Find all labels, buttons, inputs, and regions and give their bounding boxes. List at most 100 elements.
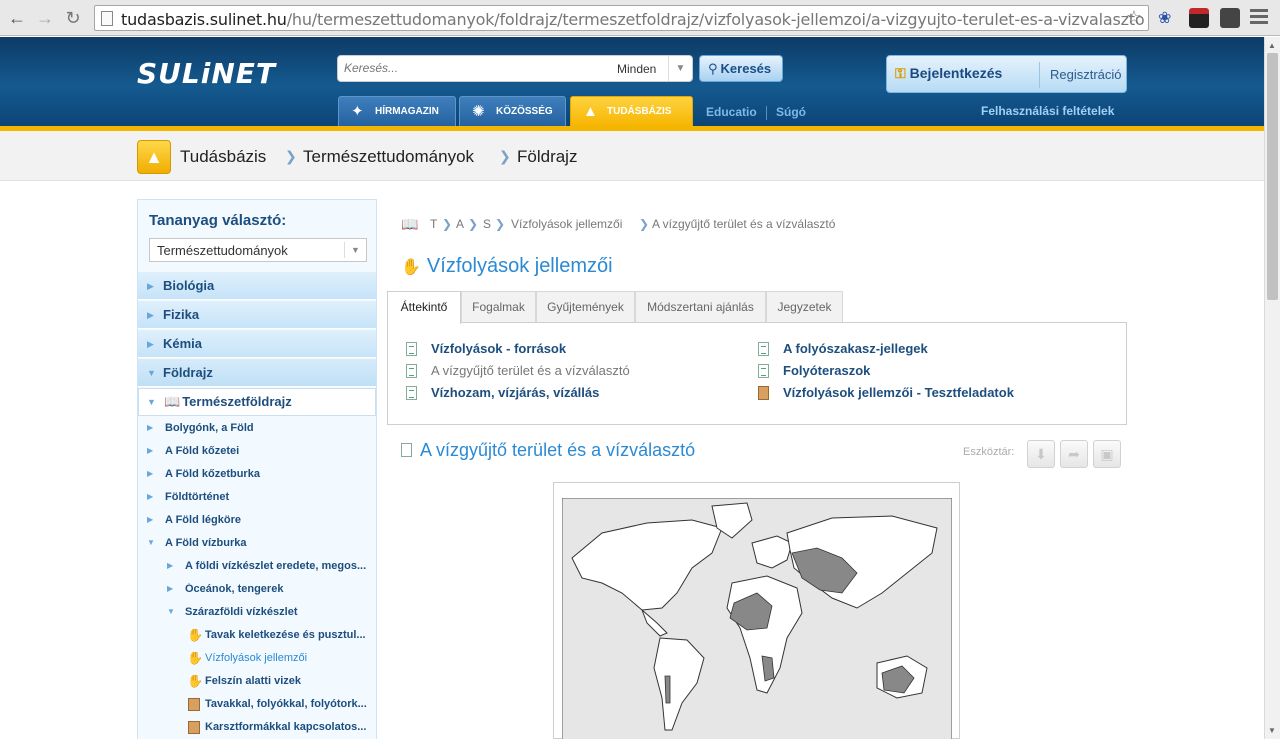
tree-item[interactable]: ▶ A Föld légköre bbox=[147, 514, 369, 528]
tree-item[interactable]: ▶ Óceánok, tengerek bbox=[167, 583, 372, 597]
url-text[interactable]: tudasbazis.sulinet.hu/hu/termeszettudoma… bbox=[121, 10, 1145, 29]
tree-item[interactable]: ✋ Tavak keletkezése és pusztul... bbox=[187, 629, 373, 645]
scroll-down-icon[interactable]: ▼ bbox=[1268, 726, 1276, 735]
scrollbar-thumb[interactable] bbox=[1267, 53, 1278, 300]
sidebar-item-biologia[interactable]: ▶ Biológia bbox=[138, 272, 376, 300]
back-arrow-icon[interactable]: ← bbox=[6, 7, 28, 29]
educatio-link[interactable]: Educatio bbox=[706, 105, 757, 119]
breadcrumb-item[interactable]: Vízfolyások jellemzői bbox=[511, 217, 622, 231]
article-title-text: A vízgyűjtő terület és a vízválasztó bbox=[420, 440, 696, 460]
browser-toolbar: ← → ↻ tudasbazis.sulinet.hu/hu/termeszet… bbox=[0, 0, 1280, 36]
sidebar-item-kemia[interactable]: ▶ Kémia bbox=[138, 330, 376, 358]
tree-item-label: Felszín alatti vizek bbox=[205, 675, 301, 687]
tree-item[interactable]: ✋ Vízfolyások jellemzői bbox=[187, 652, 373, 668]
tree-item[interactable]: ▶ A földi vízkészlet eredete, megos... bbox=[167, 560, 372, 574]
tab-tudasbazis[interactable]: ▲ TUDÁSBÁZIS bbox=[570, 96, 693, 127]
page-scrollbar[interactable]: ▲ ▼ bbox=[1264, 37, 1280, 739]
hamburger-menu-icon[interactable] bbox=[1250, 9, 1268, 27]
tab-panel: Vízfolyások - források A vízgyűjtő terül… bbox=[387, 322, 1127, 425]
share-button[interactable]: ➦ bbox=[1060, 440, 1088, 468]
topic-link[interactable]: Vízhozam, vízjárás, vízállás bbox=[406, 385, 599, 400]
breadcrumb-item[interactable]: T bbox=[430, 217, 437, 231]
book-icon: 📖 bbox=[164, 394, 181, 409]
tab-hirmagazin[interactable]: ✦ HÍRMAGAZIN bbox=[338, 96, 456, 127]
triangle-right-icon: ▶ bbox=[147, 339, 154, 349]
topic-link[interactable]: A folyószakasz-jellegek bbox=[758, 341, 928, 356]
bookmark-star-icon[interactable]: ☆ bbox=[1126, 7, 1142, 28]
search-button-label: Keresés bbox=[720, 61, 772, 76]
sidebar-item-fizika[interactable]: ▶ Fizika bbox=[138, 301, 376, 329]
tab-jegyzetek[interactable]: Jegyzetek bbox=[766, 291, 843, 323]
triangle-right-icon: ▶ bbox=[167, 561, 174, 570]
tree-item[interactable]: ▶ Bolygónk, a Föld bbox=[147, 422, 369, 436]
tree-item[interactable]: Karsztformákkal kapcsolatos... bbox=[187, 721, 373, 737]
chevron-down-icon: ▼ bbox=[344, 242, 366, 258]
tree-item[interactable]: ▶ A Föld kőzetei bbox=[147, 445, 369, 459]
breadcrumb-item[interactable]: S bbox=[483, 217, 491, 231]
download-button[interactable]: ⬇ bbox=[1027, 440, 1055, 468]
tab-kozosseg[interactable]: ✺ KÖZÖSSÉG bbox=[459, 96, 566, 127]
document-icon bbox=[406, 386, 417, 400]
terms-link[interactable]: Felhasználási feltételek bbox=[981, 104, 1114, 118]
sidebar-item-foldrajz[interactable]: ▼ Földrajz bbox=[138, 359, 376, 387]
bookmark-icon: ▣ bbox=[1100, 446, 1114, 462]
tab-attekinto[interactable]: Áttekintő bbox=[387, 291, 461, 324]
tree-item[interactable]: ▼ A Föld vízburka bbox=[147, 537, 369, 551]
sidebar-item-label: Földrajz bbox=[163, 365, 213, 380]
search-box: Minden ▼ bbox=[337, 55, 693, 82]
topic-link[interactable]: Vízfolyások - források bbox=[406, 341, 566, 356]
divider bbox=[766, 106, 767, 120]
reload-icon[interactable]: ↻ bbox=[62, 7, 84, 29]
sidebar-item-termeszetfoldrajz[interactable]: ▼ 📖 Természetföldrajz bbox=[138, 388, 376, 416]
tree-item[interactable]: ▶ Földtörténet bbox=[147, 491, 369, 505]
tree-item[interactable]: ▶ A Föld kőzetburka bbox=[147, 468, 369, 482]
article-title: A vízgyűjtő terület és a vízválasztó bbox=[401, 440, 695, 461]
sidebar-item-label: Fizika bbox=[163, 307, 200, 322]
breadcrumb-item: A vízgyűjtő terület és a vízválasztó bbox=[652, 217, 836, 231]
forward-arrow-icon[interactable]: → bbox=[34, 7, 56, 29]
tree-item[interactable]: ▼ Szárazföldi vízkészlet bbox=[167, 606, 372, 620]
address-bar[interactable]: tudasbazis.sulinet.hu/hu/termeszettudoma… bbox=[94, 5, 1149, 31]
topic-link-current: A vízgyűjtő terület és a vízválasztó bbox=[406, 363, 630, 378]
search-icon: ⚲ bbox=[708, 61, 718, 76]
help-link[interactable]: Súgó bbox=[776, 105, 806, 119]
triangle-down-icon: ▼ bbox=[147, 538, 155, 547]
tab-fogalmak[interactable]: Fogalmak bbox=[461, 291, 536, 323]
tree-item-label: Tavak keletkezése és pusztul... bbox=[205, 629, 366, 641]
breadcrumb-item[interactable]: Tudásbázis bbox=[180, 147, 266, 167]
scroll-up-icon[interactable]: ▲ bbox=[1268, 41, 1276, 50]
topic-label: A folyószakasz-jellegek bbox=[783, 341, 928, 356]
search-button[interactable]: ⚲ Keresés bbox=[699, 55, 783, 82]
graduation-cap-icon: ▲ bbox=[583, 103, 598, 120]
tree-item[interactable]: ✋ Felszín alatti vizek bbox=[187, 675, 373, 691]
test-document-icon bbox=[188, 721, 200, 734]
search-input[interactable] bbox=[344, 61, 604, 75]
subject-select[interactable]: Természettudományok ▼ bbox=[149, 238, 367, 262]
download-icon: ⬇ bbox=[1035, 446, 1047, 462]
topic-link[interactable]: Vízfolyások jellemzői - Tesztfeladatok bbox=[758, 385, 1014, 400]
hand-icon: ✋ bbox=[187, 629, 204, 642]
extension-icon[interactable] bbox=[1189, 8, 1209, 28]
breadcrumb-item[interactable]: Természettudományok bbox=[303, 147, 474, 167]
register-link[interactable]: Regisztráció bbox=[1050, 67, 1122, 82]
chevron-right-icon: ❯ bbox=[499, 148, 511, 164]
tree-item-label: Karsztformákkal kapcsolatos... bbox=[205, 721, 367, 733]
breadcrumb-item[interactable]: Földrajz bbox=[517, 147, 577, 167]
login-panel: ⚿ Bejelentkezés Regisztráció bbox=[886, 55, 1127, 93]
site-logo[interactable]: SULiNET bbox=[137, 57, 276, 90]
breadcrumb: ▲ Tudásbázis ❯ Természettudományok ❯ Föl… bbox=[0, 131, 1264, 181]
topic-link[interactable]: Folyóteraszok bbox=[758, 363, 870, 378]
graduation-cap-icon[interactable]: ▲ bbox=[137, 140, 171, 174]
tree-item[interactable]: Tavakkal, folyókkal, folyótork... bbox=[187, 698, 373, 714]
extension-icon[interactable]: ❀ bbox=[1158, 8, 1178, 28]
tab-modszertani-ajanlas[interactable]: Módszertani ajánlás bbox=[635, 291, 766, 323]
login-button[interactable]: ⚿ Bejelentkezés bbox=[895, 65, 1002, 82]
extension-icon[interactable] bbox=[1220, 8, 1240, 28]
document-icon bbox=[401, 443, 412, 457]
tree-item-label: Vízfolyások jellemzői bbox=[205, 652, 308, 664]
breadcrumb-item[interactable]: A bbox=[456, 217, 464, 231]
scope-dropdown-icon[interactable]: ▼ bbox=[668, 56, 692, 81]
bookmark-button[interactable]: ▣ bbox=[1093, 440, 1121, 468]
tab-gyujtemenyek[interactable]: Gyűjtemények bbox=[536, 291, 635, 323]
logo-text: SULiNET bbox=[137, 57, 277, 90]
